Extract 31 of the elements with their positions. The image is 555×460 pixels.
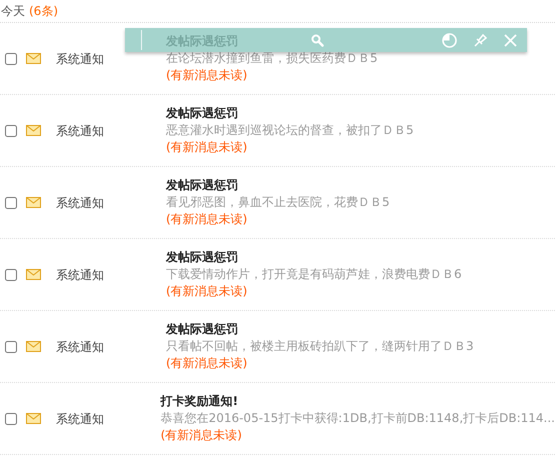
message-title[interactable]: 打卡奖励通知! [160, 393, 555, 410]
row-checkbox[interactable] [5, 340, 17, 352]
sender-label: 系统通知 [56, 410, 105, 428]
message-title[interactable]: 发帖际遇惩罚 [166, 105, 414, 122]
unread-notice: (有新消息未读) [166, 67, 248, 84]
row-checkbox[interactable] [5, 412, 17, 424]
unread-notice: (有新消息未读) [166, 355, 248, 372]
row-checkbox[interactable] [5, 52, 17, 64]
sender-label: 系统通知 [56, 194, 105, 212]
unread-notice: (有新消息未读) [160, 427, 243, 444]
unread-notice: (有新消息未读) [166, 139, 248, 156]
sender-label: 系统通知 [56, 50, 105, 68]
sender-label: 系统通知 [56, 266, 105, 284]
row-checkbox[interactable] [5, 124, 17, 136]
message-body: 只看帖不回帖，被楼主用板砖拍趴下了，缝两针用了ＤＢ3 [166, 338, 474, 355]
message-title[interactable]: 发帖际遇惩罚 [166, 177, 390, 194]
message-body: 恶意灌水时遇到巡视论坛的督查，被扣了ＤＢ5 [166, 122, 414, 139]
message-title[interactable]: 发帖际遇惩罚 [166, 321, 474, 338]
unread-notice: (有新消息未读) [166, 211, 248, 228]
row-checkbox[interactable] [5, 268, 17, 280]
sender-label: 系统通知 [56, 122, 105, 140]
message-body: 恭喜您在2016-05-15打卡中获得:1DB,打卡前DB:1148,打卡后DB:114... [160, 410, 555, 427]
message-body: 在论坛潜水撞到鱼雷，损失医药费ＤＢ5 [166, 50, 378, 67]
message-title[interactable]: 发帖际遇惩罚 [166, 249, 462, 266]
unread-notice: (有新消息未读) [166, 283, 248, 300]
message-body: 下载爱情动作片，打开竟是有码葫芦娃，浪费电费ＤＢ6 [166, 266, 462, 283]
row-checkbox[interactable] [5, 196, 17, 208]
sender-label: 系统通知 [56, 338, 105, 356]
section-title: 今天 [1, 3, 25, 20]
message-count: (6条) [29, 3, 58, 20]
message-body: 看见邪恶图，鼻血不止去医院，花费ＤＢ5 [166, 194, 390, 211]
